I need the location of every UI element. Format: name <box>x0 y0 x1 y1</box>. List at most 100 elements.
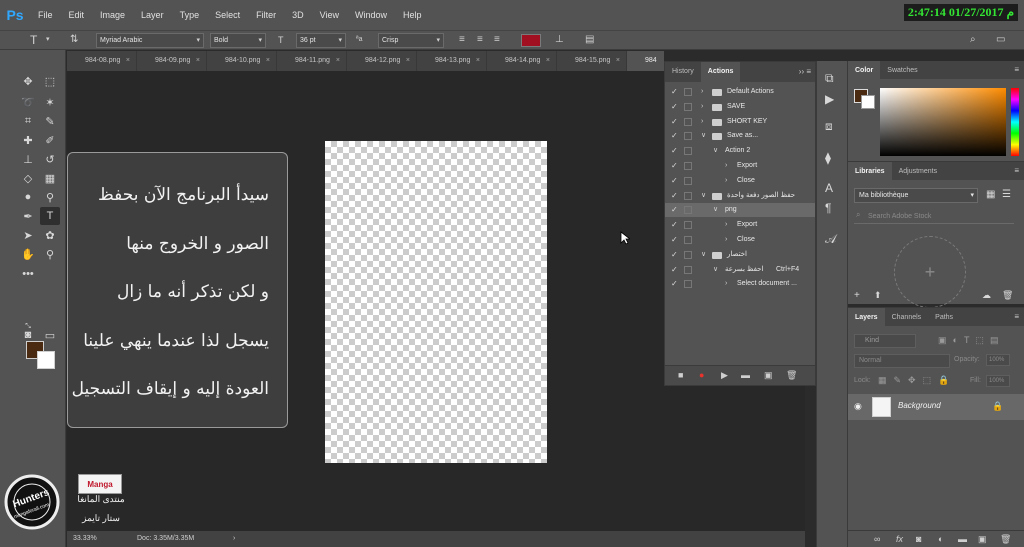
action-row[interactable]: ✓ › Close <box>665 233 815 247</box>
doc-tab[interactable]: 984-08.png × <box>67 51 137 71</box>
chevron-right-icon[interactable]: › <box>725 277 727 291</box>
chevron-right-icon[interactable]: › <box>701 85 703 99</box>
magic-wand-icon[interactable]: ✶ <box>40 93 60 111</box>
menu-type[interactable]: Type <box>172 0 208 30</box>
gradient-tool-icon[interactable]: ▦ <box>40 169 60 187</box>
text-color-swatch[interactable] <box>521 34 541 47</box>
dialog-toggle[interactable] <box>684 117 692 126</box>
document-canvas[interactable] <box>325 141 547 463</box>
new-group-icon[interactable]: ▬ <box>958 534 967 544</box>
tab-adjustments[interactable]: Adjustments <box>892 162 945 180</box>
chevron-right-icon[interactable]: › <box>725 218 727 232</box>
tab-layers[interactable]: Layers <box>848 308 885 326</box>
chevron-right-icon[interactable]: › <box>233 531 235 547</box>
play-icon[interactable]: ▶ <box>721 370 728 381</box>
list-view-icon[interactable]: ☰ <box>1002 189 1011 200</box>
antialias-select[interactable]: Crisp ▾ <box>378 33 444 48</box>
layer-filter-select[interactable]: Kind <box>854 334 916 348</box>
zoom-tool-icon[interactable]: ⚲ <box>40 245 60 263</box>
screen-mode-icon[interactable]: ▭ <box>40 326 60 344</box>
crop-tool-icon[interactable]: ⌗ <box>18 112 38 130</box>
pen-tool-icon[interactable]: ✒ <box>18 207 38 225</box>
doc-tab[interactable]: 984-15.png × <box>557 51 627 71</box>
new-layer-icon[interactable]: ▣ <box>978 534 987 545</box>
record-icon[interactable]: ● <box>699 370 704 380</box>
font-family-select[interactable]: Myriad Arabic ▾ <box>96 33 204 48</box>
toggle-check-icon[interactable]: ✓ <box>671 189 678 203</box>
chevron-right-icon[interactable]: › <box>701 100 703 114</box>
menu-file[interactable]: File <box>30 0 61 30</box>
dialog-toggle[interactable] <box>684 265 692 274</box>
action-row[interactable]: ✓ ∨ حفظ الصور دفعة واحدة <box>665 189 815 203</box>
dialog-toggle[interactable] <box>684 236 692 244</box>
add-asset-icon[interactable]: + <box>854 290 860 301</box>
text-orientation-icon[interactable]: ⇅ <box>70 34 78 46</box>
dialog-toggle[interactable] <box>684 221 692 230</box>
close-icon[interactable]: × <box>476 51 480 71</box>
chevron-right-icon[interactable]: › <box>725 159 727 173</box>
menu-3d[interactable]: 3D <box>284 0 312 30</box>
dialog-toggle[interactable] <box>684 176 692 185</box>
chevron-down-icon[interactable]: ∨ <box>701 189 706 203</box>
toggle-check-icon[interactable]: ✓ <box>671 100 678 114</box>
chevron-right-icon[interactable]: › <box>725 174 727 188</box>
menu-edit[interactable]: Edit <box>61 0 93 30</box>
layer-mask-icon[interactable]: ◙ <box>916 534 921 544</box>
properties-panel-icon[interactable]: ⧈ <box>825 119 833 134</box>
tab-paths[interactable]: Paths <box>928 308 960 326</box>
font-size-select[interactable]: 36 pt ▾ <box>296 33 346 48</box>
dialog-toggle[interactable] <box>684 280 692 289</box>
chevron-down-icon[interactable]: ▾ <box>46 34 50 46</box>
glyphs-panel-icon[interactable]: 𝒜 <box>825 232 836 247</box>
background-color-swatch[interactable] <box>37 351 55 369</box>
action-row[interactable]: ✓ ∨ png <box>665 203 815 218</box>
toggle-check-icon[interactable]: ✓ <box>671 85 678 99</box>
custom-shape-icon[interactable]: ✿ <box>40 226 60 244</box>
chevron-right-icon[interactable]: › <box>701 115 703 129</box>
close-icon[interactable]: × <box>336 51 340 71</box>
trash-icon[interactable]: 🗑 <box>1002 290 1013 301</box>
panel-menu-icon[interactable]: ≡ <box>1014 308 1024 326</box>
panel-menu-icon[interactable]: ≡ <box>1014 162 1024 180</box>
menu-window[interactable]: Window <box>347 0 395 30</box>
chevron-right-icon[interactable]: › <box>725 233 727 247</box>
search-icon[interactable]: ⌕ <box>970 34 976 46</box>
toggle-check-icon[interactable]: ✓ <box>671 159 678 173</box>
type-tool-preset-icon[interactable]: T <box>30 34 37 46</box>
dialog-toggle[interactable] <box>684 162 692 170</box>
action-row[interactable]: ✓ ∨ Save as... <box>665 129 815 143</box>
actions-panel-icon[interactable]: ▶ <box>825 92 834 106</box>
action-row[interactable]: ✓ ∨ احفظ بسرعة Ctrl+F4 <box>665 263 815 277</box>
color-bg-swatch[interactable] <box>861 95 875 109</box>
toggle-check-icon[interactable]: ✓ <box>671 263 678 277</box>
close-icon[interactable]: × <box>126 51 130 71</box>
menu-filter[interactable]: Filter <box>248 0 284 30</box>
character-panel-icon[interactable]: A <box>825 181 833 195</box>
trash-icon[interactable]: 🗑 <box>1000 534 1011 545</box>
tab-actions[interactable]: Actions <box>700 62 741 82</box>
layer-name[interactable]: Background <box>898 401 941 410</box>
chevron-down-icon[interactable]: ∨ <box>713 203 718 217</box>
align-left-icon[interactable]: ≡ <box>459 34 465 46</box>
toggle-check-icon[interactable]: ✓ <box>671 248 678 262</box>
blur-tool-icon[interactable]: ● <box>18 188 38 206</box>
character-panel-icon[interactable]: ▤ <box>585 34 594 46</box>
doc-tab[interactable]: 984-11.png × <box>277 51 347 71</box>
close-icon[interactable]: × <box>406 51 410 71</box>
action-row[interactable]: ✓ › SHORT KEY <box>665 115 815 129</box>
toggle-check-icon[interactable]: ✓ <box>671 218 678 232</box>
action-row[interactable]: ✓ ∨ Action 2 <box>665 144 815 158</box>
add-content-button[interactable]: + <box>894 236 966 308</box>
doc-tab[interactable]: 984-10.png × <box>207 51 277 71</box>
clone-stamp-icon[interactable]: ⊥ <box>18 150 38 168</box>
stop-icon[interactable]: ■ <box>678 370 683 380</box>
link-layers-icon[interactable]: ∞ <box>874 534 880 544</box>
action-row[interactable]: ✓ › Default Actions <box>665 85 815 99</box>
eye-icon[interactable]: ◉ <box>854 401 862 412</box>
tab-libraries[interactable]: Libraries <box>848 162 892 180</box>
toggle-check-icon[interactable]: ✓ <box>671 203 678 217</box>
upload-icon[interactable]: ⬆ <box>874 290 882 301</box>
toggle-check-icon[interactable]: ✓ <box>671 144 678 158</box>
color-picker-field[interactable] <box>880 88 1006 156</box>
doc-tab[interactable]: 984-13.png × <box>417 51 487 71</box>
